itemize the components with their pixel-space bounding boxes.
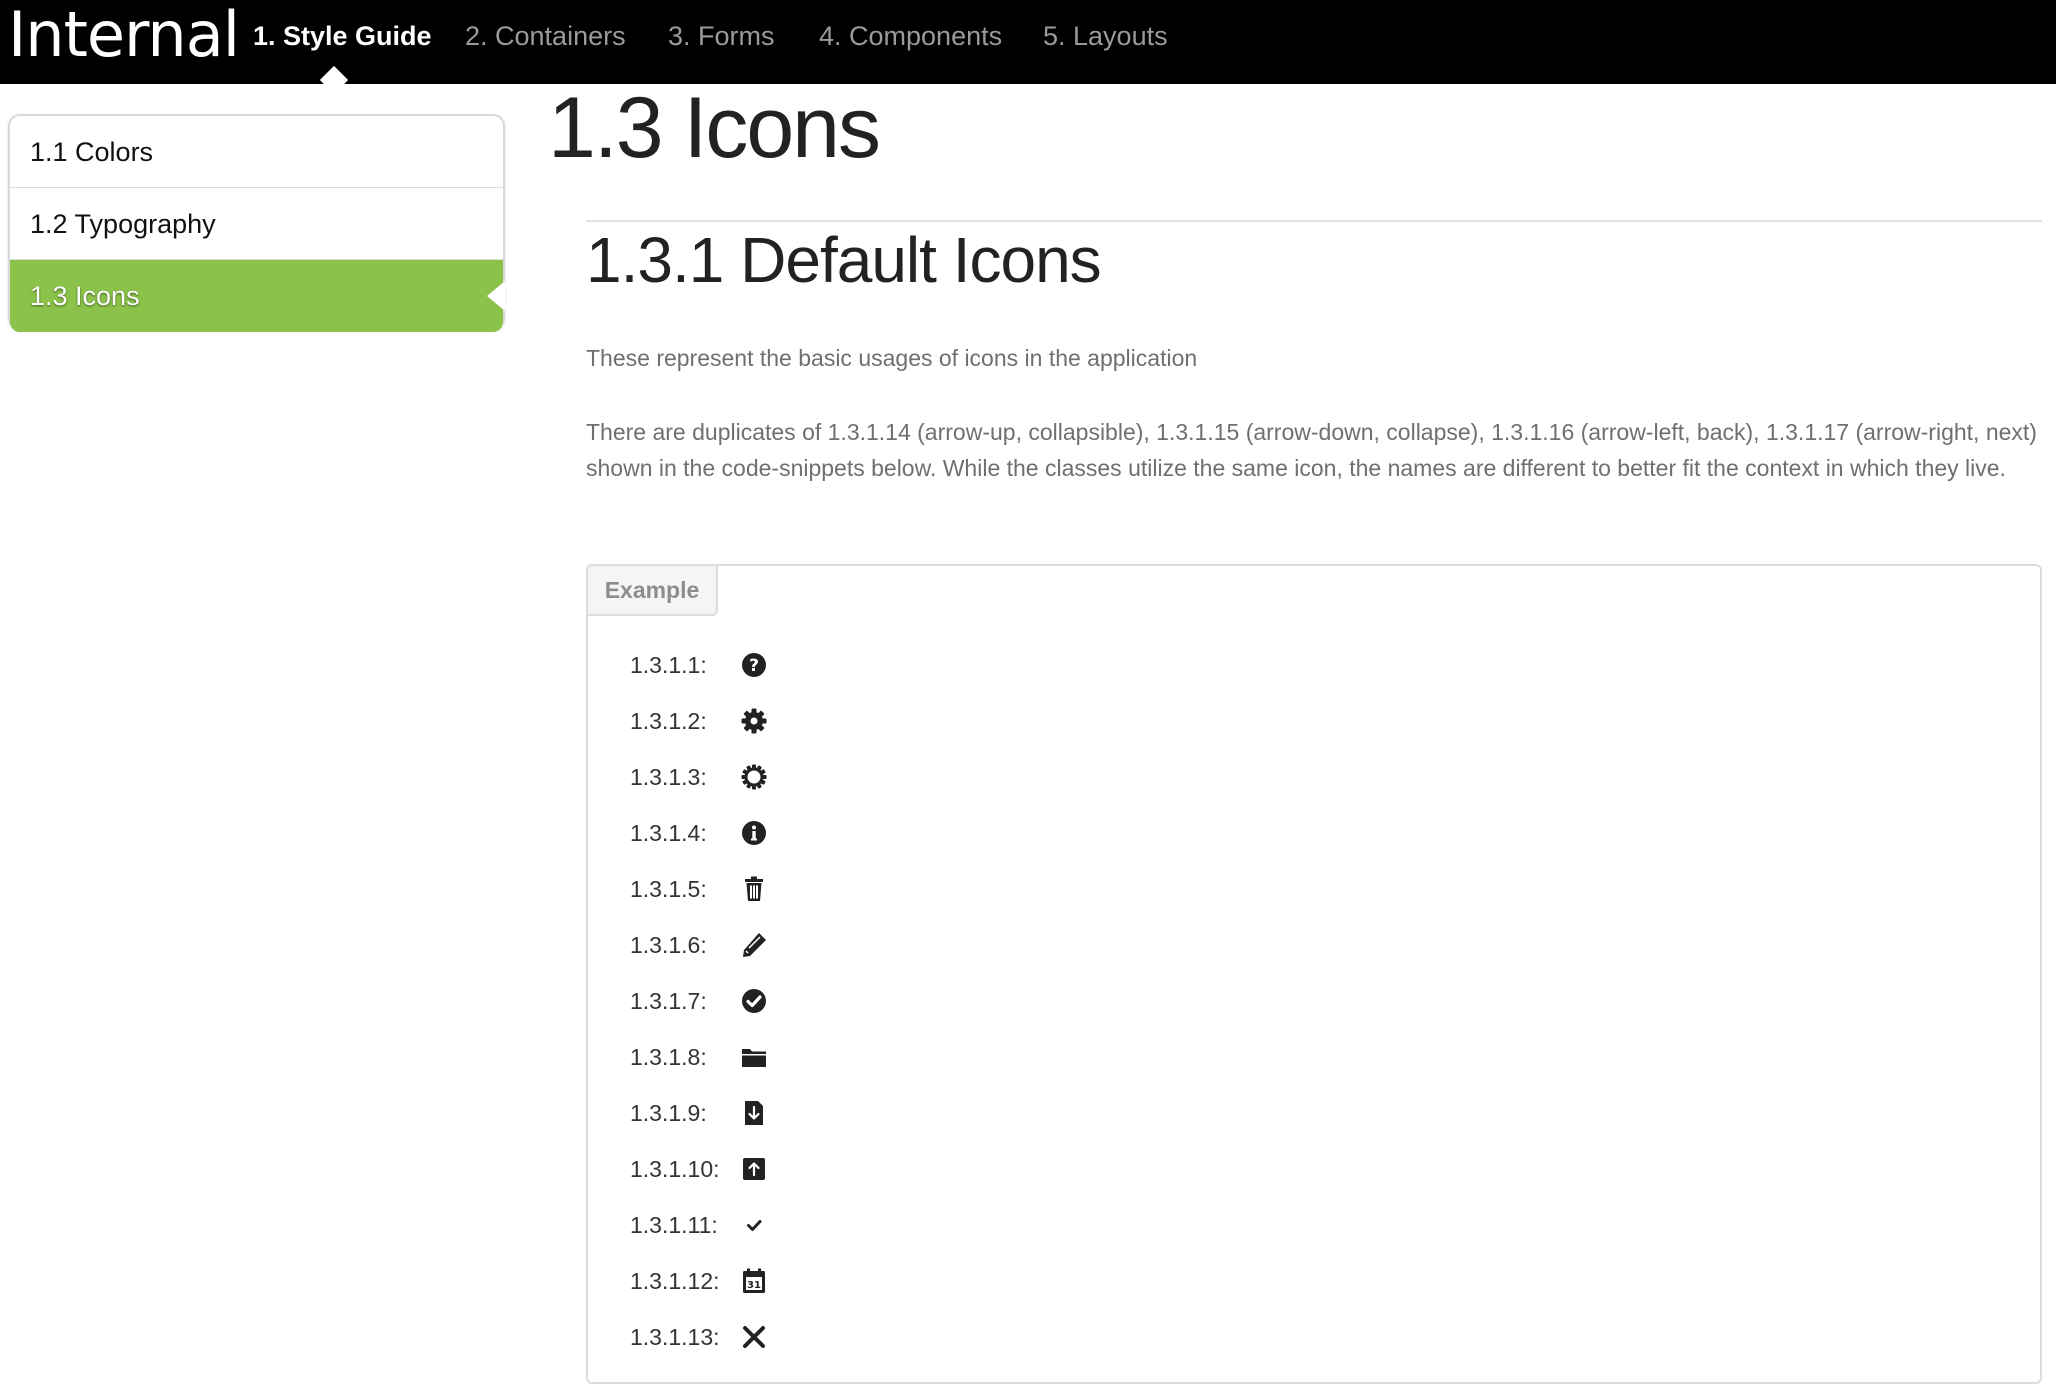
icon-example-label: 1.3.1.9: — [630, 1100, 707, 1126]
upload-box-icon — [740, 1155, 768, 1183]
duplicates-note-paragraph: There are duplicates of 1.3.1.14 (arrow-… — [586, 419, 2037, 481]
icon-example-label: 1.3.1.6: — [630, 932, 707, 958]
icon-example-label: 1.3.1.2: — [630, 708, 707, 734]
icon-example-label: 1.3.1.1: — [630, 652, 707, 678]
intro-paragraph: These represent the basic usages of icon… — [586, 345, 1198, 371]
active-nav-caret — [319, 65, 349, 95]
pencil-icon — [740, 931, 768, 959]
file-download-icon — [740, 1099, 768, 1127]
icon-example-label: 1.3.1.7: — [630, 988, 707, 1014]
sidebar-item-typography[interactable]: 1.2 Typography — [10, 188, 503, 260]
sidebar-item-label: 1.3 Icons — [30, 281, 140, 311]
icon-example-label: 1.3.1.5: — [630, 876, 707, 902]
brand-logo[interactable]: Internal — [8, 0, 240, 70]
nav-item-layouts[interactable]: 5. Layouts — [1043, 18, 1168, 54]
svg-text:31: 31 — [747, 1280, 761, 1291]
icon-example-label: 1.3.1.11: — [630, 1212, 718, 1238]
svg-text:?: ? — [749, 656, 759, 676]
info-circle-icon — [740, 819, 768, 847]
calendar-icon: 31 — [740, 1267, 768, 1295]
checkmark-icon — [740, 1211, 768, 1239]
nav-item-style-guide[interactable]: 1. Style Guide — [253, 18, 432, 54]
sidebar-item-icons[interactable]: 1.3 Icons — [10, 260, 505, 332]
top-nav-bar: Internal 1. Style Guide 2. Containers 3.… — [0, 0, 2056, 95]
folder-icon — [740, 1043, 768, 1071]
page-title: 1.3 Icons — [548, 80, 881, 176]
sidebar-item-colors[interactable]: 1.1 Colors — [10, 116, 503, 188]
spinner-gear-icon — [740, 763, 768, 791]
nav-item-forms[interactable]: 3. Forms — [668, 18, 775, 54]
gear-icon — [740, 707, 768, 735]
nav-item-containers[interactable]: 2. Containers — [465, 18, 626, 54]
sidebar-nav: 1.1 Colors 1.2 Typography 1.3 Icons — [8, 114, 505, 332]
close-x-icon — [740, 1323, 768, 1351]
section-title: 1.3.1 Default Icons — [586, 224, 1102, 296]
icon-example-label: 1.3.1.13: — [630, 1324, 720, 1350]
example-panel: Example 1.3.1.1: ? 1.3.1.2: 1.3.1.3: 1.3… — [586, 564, 2042, 1384]
trash-icon — [740, 875, 768, 903]
icon-example-label: 1.3.1.4: — [630, 820, 707, 846]
active-item-notch — [487, 281, 505, 311]
icon-example-label: 1.3.1.12: — [630, 1268, 720, 1294]
icon-example-label: 1.3.1.3: — [630, 764, 707, 790]
example-tab-label: Example — [586, 564, 718, 616]
nav-item-components[interactable]: 4. Components — [819, 18, 1002, 54]
icon-example-label: 1.3.1.8: — [630, 1044, 707, 1070]
check-circle-icon — [740, 987, 768, 1015]
question-circle-icon: ? — [740, 651, 768, 679]
icon-example-label: 1.3.1.10: — [630, 1156, 720, 1182]
